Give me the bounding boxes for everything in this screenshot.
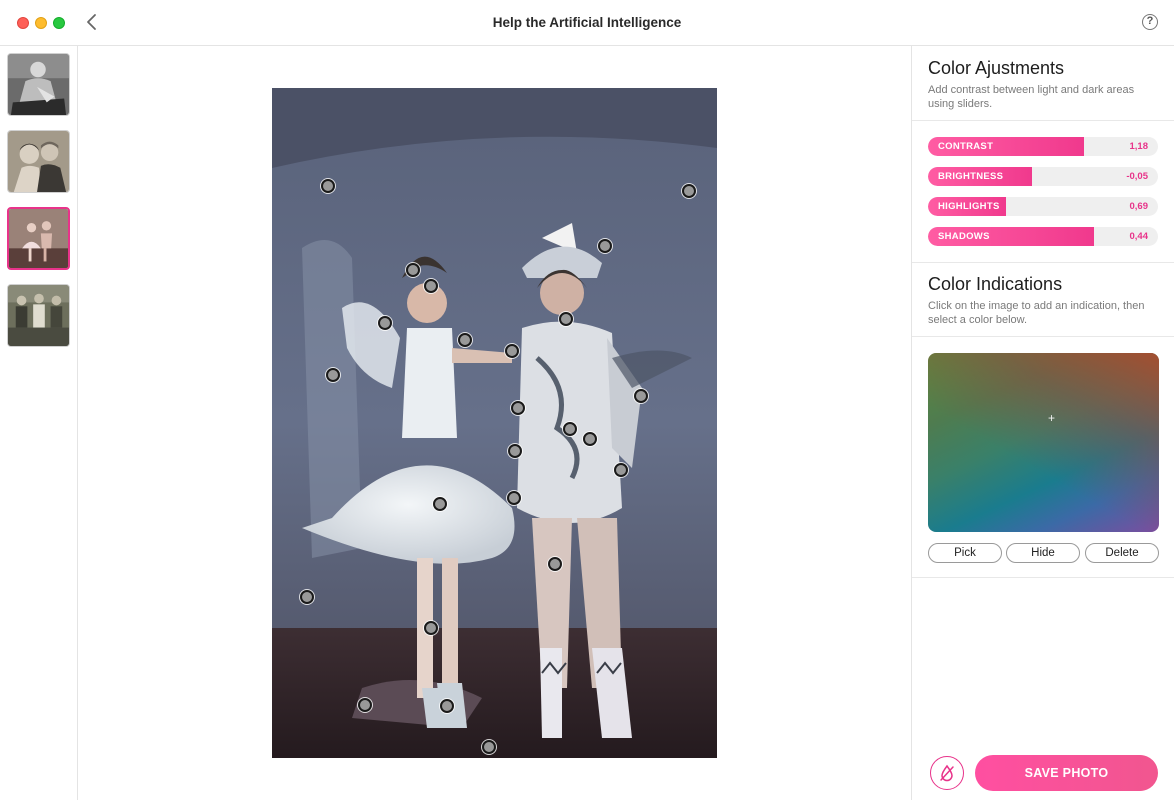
pick-button[interactable]: Pick [928,543,1002,563]
photo-image [272,88,717,758]
color-indication-marker[interactable] [505,344,519,358]
color-indication-marker[interactable] [358,698,372,712]
thumbnail-1[interactable] [7,53,70,116]
slider-value: -0,05 [1126,171,1148,182]
color-indication-marker[interactable] [300,590,314,604]
divider [912,262,1174,263]
divider [912,120,1174,121]
color-indications-title: Color Indications [928,274,1063,294]
photo-thumbnail-image [8,54,69,115]
color-indication-marker[interactable] [511,401,525,415]
color-indication-marker[interactable] [583,432,597,446]
color-indication-marker[interactable] [378,316,392,330]
slider-value: 0,69 [1129,201,1149,212]
highlights-slider[interactable]: HIGHLIGHTS 0,69 [928,197,1158,216]
slider-label: CONTRAST [938,141,994,152]
slider-value: 1,18 [1129,141,1149,152]
color-indication-marker[interactable] [440,699,454,713]
shadows-slider[interactable]: SHADOWS 0,44 [928,227,1158,246]
color-indication-marker[interactable] [548,557,562,571]
contrast-slider[interactable]: CONTRAST 1,18 [928,137,1158,156]
delete-button[interactable]: Delete [1085,543,1159,563]
color-indications-description: Click on the image to add an indication,… [928,300,1145,326]
slider-label: BRIGHTNESS [938,171,1004,182]
color-indication-marker[interactable] [433,497,447,511]
color-indication-marker[interactable] [458,333,472,347]
color-indication-marker[interactable] [424,621,438,635]
color-indication-marker[interactable] [424,279,438,293]
color-indication-marker[interactable] [682,184,696,198]
save-photo-button[interactable]: SAVE PHOTO [975,755,1158,791]
divider [912,577,1174,578]
adjustments-panel: Color Ajustments Add contrast between li… [911,46,1174,800]
color-indication-marker[interactable] [559,312,573,326]
divider [912,336,1174,337]
eraser-button[interactable] [930,756,964,790]
color-indication-marker[interactable] [321,179,335,193]
color-indication-marker[interactable] [508,444,522,458]
help-icon[interactable]: ? [1142,14,1158,30]
slider-value: 0,44 [1129,231,1149,242]
color-indication-marker[interactable] [406,263,420,277]
color-picker-crosshair-icon: + [1048,411,1056,425]
color-indication-marker[interactable] [614,463,628,477]
color-indication-marker[interactable] [482,740,496,754]
thumbnail-3-selected[interactable] [7,207,70,270]
slider-label: SHADOWS [938,231,990,242]
thumbnail-4[interactable] [7,284,70,347]
color-indication-marker[interactable] [507,491,521,505]
title-bar: Help the Artificial Intelligence ? [0,0,1174,46]
eraser-icon [940,764,954,782]
photo-being-colorized[interactable] [272,88,717,758]
thumbnail-2[interactable] [7,130,70,193]
slider-label: HIGHLIGHTS [938,201,1000,212]
color-indication-marker[interactable] [563,422,577,436]
thumbnail-sidebar [0,46,78,800]
photo-thumbnail-image [8,285,69,346]
photo-canvas [78,46,911,800]
brightness-slider[interactable]: BRIGHTNESS -0,05 [928,167,1158,186]
color-adjustments-description: Add contrast between light and dark area… [928,84,1135,110]
window-title: Help the Artificial Intelligence [492,15,682,30]
photo-thumbnail-image [8,131,69,192]
photo-thumbnail-image [9,209,68,268]
color-adjustments-title: Color Ajustments [928,58,1065,78]
color-indication-marker[interactable] [598,239,612,253]
color-indication-marker[interactable] [326,368,340,382]
hide-button[interactable]: Hide [1006,543,1080,563]
color-picker-gradient[interactable]: + [928,353,1159,532]
color-indication-marker[interactable] [634,389,648,403]
